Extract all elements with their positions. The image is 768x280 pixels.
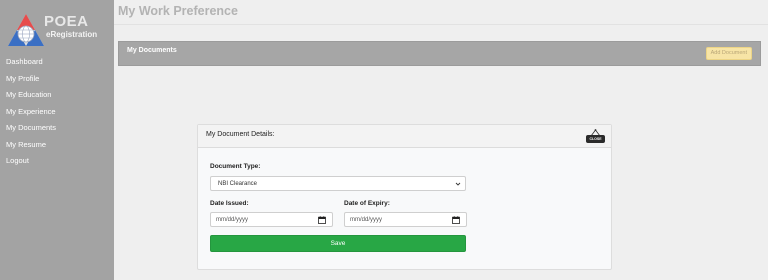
calendar-icon[interactable]: [318, 216, 326, 224]
brand-subtitle: eRegistration: [46, 30, 98, 39]
document-type-value: NBI Clearance: [218, 181, 258, 187]
close-label: CLOSE: [586, 135, 605, 143]
document-type-select[interactable]: NBI Clearance: [210, 176, 466, 191]
sidebar-item-my-education[interactable]: My Education: [0, 89, 114, 106]
sidebar: POEA eRegistration Dashboard My Profile …: [0, 0, 114, 280]
sidebar-item-my-experience[interactable]: My Experience: [0, 106, 114, 123]
date-issued-input[interactable]: mm/dd/yyyy: [210, 212, 333, 227]
calendar-icon[interactable]: [452, 216, 460, 224]
sidebar-nav: Dashboard My Profile My Education My Exp…: [0, 56, 114, 172]
modal-header: My Document Details: CLOSE: [198, 125, 611, 148]
brand-logo[interactable]: POEA eRegistration: [6, 12, 110, 48]
sidebar-item-logout[interactable]: Logout: [0, 155, 114, 172]
close-button[interactable]: CLOSE: [586, 129, 606, 145]
documents-panel-header: My Documents Add Document: [118, 41, 761, 66]
chevron-down-icon: [455, 182, 461, 186]
sidebar-item-my-documents[interactable]: My Documents: [0, 122, 114, 139]
date-issued-placeholder: mm/dd/yyyy: [216, 217, 249, 223]
date-expiry-input[interactable]: mm/dd/yyyy: [344, 212, 467, 227]
sidebar-item-dashboard[interactable]: Dashboard: [0, 56, 114, 73]
documents-title: My Documents: [127, 47, 177, 54]
brand-title: POEA: [44, 13, 89, 30]
date-expiry-placeholder: mm/dd/yyyy: [350, 217, 383, 223]
date-expiry-label: Date of Expiry:: [344, 200, 390, 207]
date-issued-label: Date Issued:: [210, 200, 249, 207]
add-document-button[interactable]: Add Document: [705, 47, 752, 60]
document-type-label: Document Type:: [210, 163, 261, 170]
header-divider: [114, 24, 768, 25]
save-button[interactable]: Save: [210, 235, 466, 252]
document-details-modal: My Document Details: CLOSE Document Type…: [197, 124, 612, 270]
globe-logo-icon: [8, 14, 44, 46]
sidebar-item-my-profile[interactable]: My Profile: [0, 73, 114, 90]
modal-title: My Document Details:: [206, 131, 275, 138]
page-title: My Work Preference: [118, 4, 238, 18]
sidebar-item-my-resume[interactable]: My Resume: [0, 139, 114, 156]
